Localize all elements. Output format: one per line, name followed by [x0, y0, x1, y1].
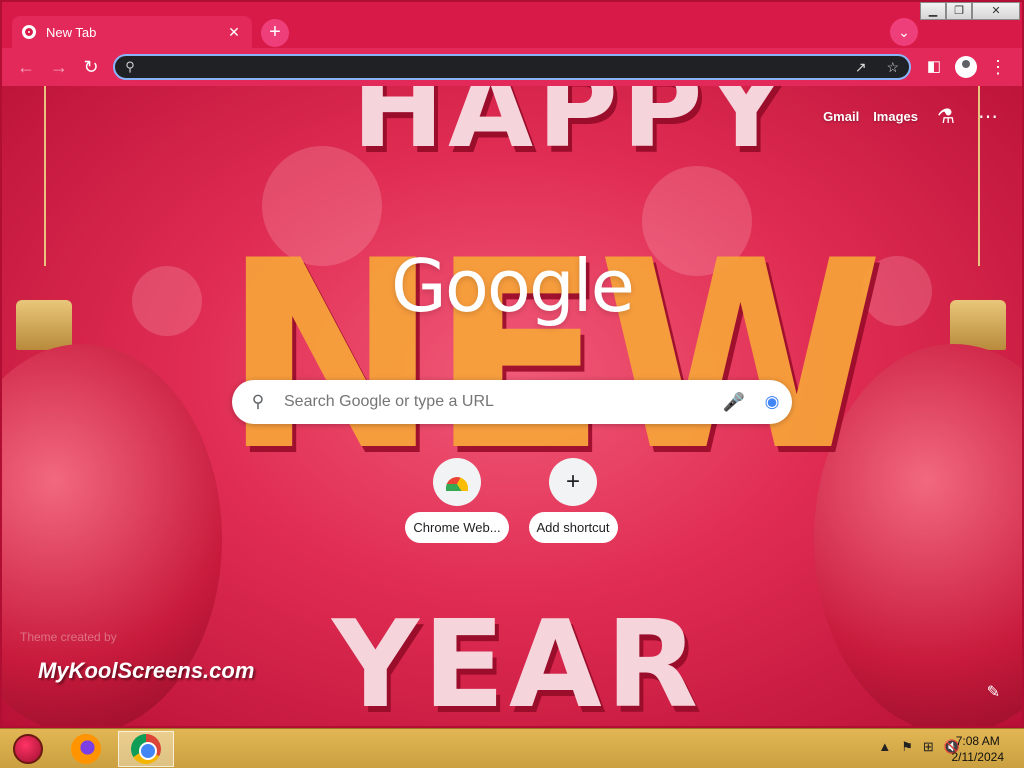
apps-grid-icon[interactable]: ⋯	[974, 104, 1002, 129]
shortcut-label: Chrome Web...	[405, 512, 509, 543]
omnibox-actions: ↗ ☆	[845, 59, 909, 76]
tray-expand-icon[interactable]: ▲	[878, 739, 891, 755]
tab-title: New Tab	[46, 24, 97, 40]
add-shortcut-button[interactable]: + Add shortcut	[519, 458, 627, 543]
tab-new-tab[interactable]: New Tab ✕	[12, 16, 252, 48]
shortcut-chrome-web-store[interactable]: Chrome Web...	[403, 458, 511, 543]
new-tab-page: HAPPY NEW YEAR Gmail Images ⚗ ⋯ Google ⚲…	[2, 86, 1022, 726]
network-icon[interactable]: ⊞	[923, 739, 934, 755]
theme-watermark: MyKoolScreens.com	[38, 658, 255, 683]
chrome-icon	[131, 734, 161, 764]
search-icon: ⚲	[251, 392, 265, 411]
customize-pencil-icon[interactable]: ✎	[987, 682, 1000, 702]
back-button[interactable]: ←	[14, 55, 38, 79]
shortcut-tile	[433, 458, 481, 506]
shortcut-label: Add shortcut	[528, 512, 618, 543]
clock-date: 2/11/2024	[951, 750, 1005, 764]
lens-camera-icon[interactable]: ◉	[752, 392, 792, 412]
close-window-button[interactable]: ✕	[972, 2, 1020, 20]
address-input[interactable]	[145, 59, 845, 75]
share-icon[interactable]: ↗	[855, 59, 867, 76]
search-icon: ⚲	[125, 59, 135, 74]
taskbar-firefox[interactable]	[58, 731, 114, 767]
taskbar-chrome[interactable]	[118, 731, 174, 767]
reload-button[interactable]: ↻	[79, 55, 103, 79]
browser-window: New Tab ✕ + ⌄ ▁ ❐ ✕ ← → ↻ ⚲ ↗ ☆ ◧ ⋮ HAPP…	[0, 0, 1024, 728]
maximize-button[interactable]: ❐	[946, 2, 972, 20]
taskbar-clock[interactable]: 7:08 AM 2/11/2024	[952, 733, 1005, 765]
webstore-icon	[446, 477, 468, 491]
ornament-string	[44, 86, 46, 266]
voice-search-icon[interactable]: 🎤	[716, 392, 752, 413]
plus-icon: +	[549, 458, 597, 506]
images-link[interactable]: Images	[873, 109, 918, 124]
chrome-favicon-icon	[22, 25, 36, 39]
theme-credit[interactable]: Theme created by	[20, 630, 117, 644]
start-button[interactable]	[0, 731, 56, 767]
window-controls: ▁ ❐ ✕	[920, 2, 1020, 20]
wallpaper-word-happy: HAPPY	[352, 86, 791, 172]
labs-flask-icon[interactable]: ⚗	[932, 104, 960, 129]
clock-time: 7:08 AM	[955, 734, 1000, 748]
taskbar: ▲ ⚑ ⊞ 🔇 7:08 AM 2/11/2024	[0, 728, 1024, 768]
address-bar[interactable]: ⚲ ↗ ☆	[113, 54, 911, 80]
browser-toolbar: ← → ↻ ⚲ ↗ ☆ ◧ ⋮	[2, 48, 1022, 86]
search-box[interactable]: ⚲ 🎤 ◉	[232, 380, 792, 424]
profile-avatar-icon[interactable]	[955, 56, 977, 78]
search-input[interactable]	[284, 393, 716, 411]
gmail-link[interactable]: Gmail	[823, 109, 859, 124]
bookmark-star-icon[interactable]: ☆	[887, 59, 900, 76]
system-tray: ▲ ⚑ ⊞ 🔇	[878, 739, 960, 755]
tab-close-icon[interactable]: ✕	[226, 24, 242, 41]
new-tab-button[interactable]: +	[261, 19, 289, 47]
forward-button[interactable]: →	[47, 55, 71, 79]
wallpaper-word-year: YEAR	[332, 596, 703, 726]
firefox-icon	[71, 734, 101, 764]
tab-search-button[interactable]: ⌄	[890, 18, 918, 46]
start-orb-icon	[13, 734, 43, 764]
google-logo: Google	[391, 244, 635, 328]
shortcuts-row: Chrome Web... + Add shortcut	[403, 458, 627, 543]
minimize-button[interactable]: ▁	[920, 2, 946, 20]
tab-strip: New Tab ✕ + ⌄ ▁ ❐ ✕	[2, 2, 1022, 48]
top-links: Gmail Images ⚗ ⋯	[823, 104, 1002, 129]
action-center-flag-icon[interactable]: ⚑	[901, 739, 913, 755]
side-panel-icon[interactable]: ◧	[922, 55, 946, 79]
menu-button[interactable]: ⋮	[986, 55, 1010, 79]
